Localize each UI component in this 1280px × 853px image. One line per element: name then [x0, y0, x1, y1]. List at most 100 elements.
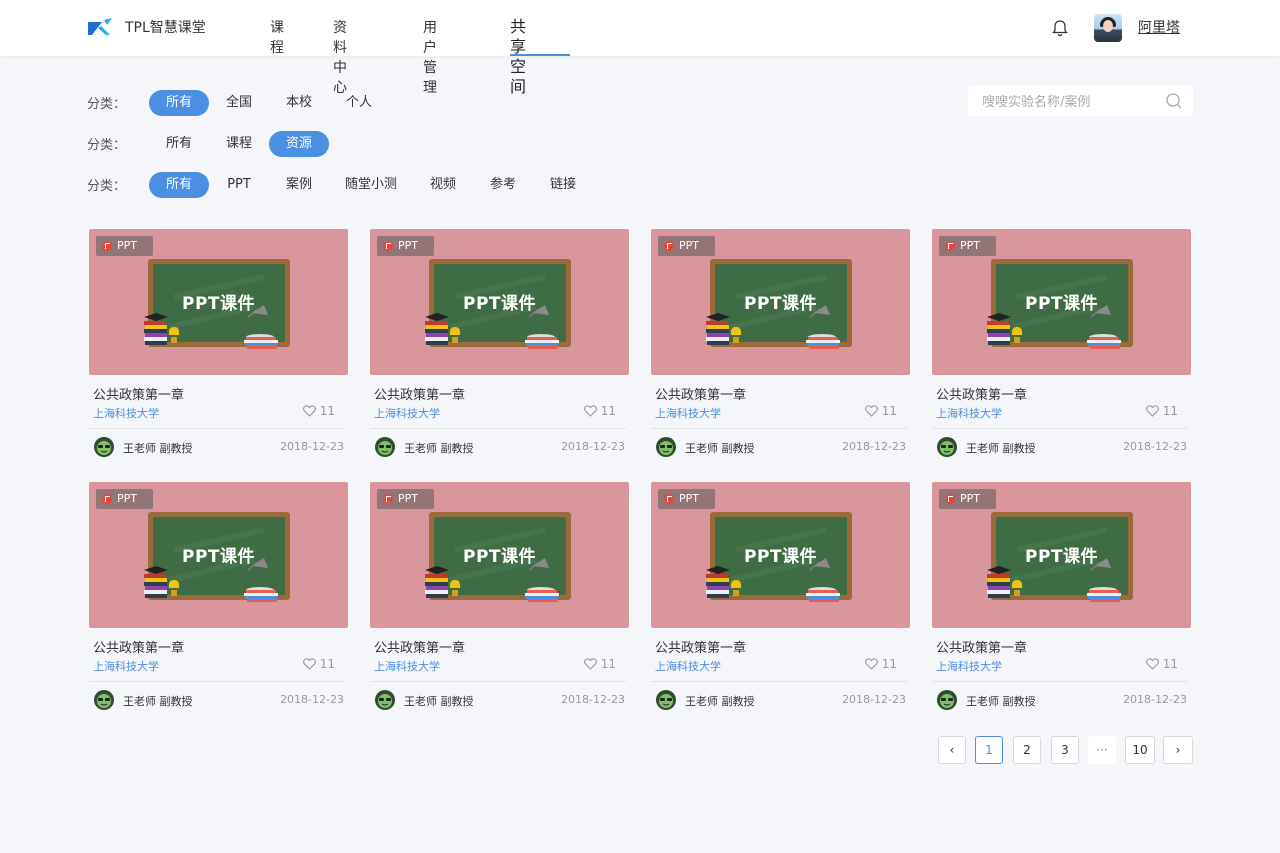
filter-chip-case[interactable]: 案例 [269, 172, 329, 198]
nav-item-resource-center[interactable]: 资料中心 [333, 18, 347, 98]
filter-chip-all[interactable]: 所有 [149, 90, 209, 116]
type-badge-label: PPT [960, 239, 980, 252]
board-caption: PPT课件 [744, 547, 818, 567]
type-badge: PPT [658, 489, 715, 509]
card-school[interactable]: 上海科技大学 [93, 405, 159, 421]
like-count[interactable]: 11 [583, 657, 616, 671]
like-count[interactable]: 11 [302, 404, 335, 418]
page-button-3[interactable]: 3 [1051, 736, 1079, 764]
card-thumbnail[interactable]: PPT PPT课件 [651, 229, 910, 375]
board-caption: PPT课件 [463, 547, 537, 567]
card-school[interactable]: 上海科技大学 [936, 658, 1002, 674]
filter-chip-resource[interactable]: 资源 [269, 131, 329, 157]
like-count[interactable]: 11 [1145, 657, 1178, 671]
card-thumbnail[interactable]: PPT PPT课件 [89, 482, 348, 628]
like-count[interactable]: 11 [1145, 404, 1178, 418]
filter-chip-national[interactable]: 全国 [209, 90, 269, 116]
resource-card[interactable]: PPT PPT课件 公共政策第一章 上海科技大学 11 王老师 副教授 2018… [932, 229, 1191, 457]
like-count[interactable]: 11 [864, 657, 897, 671]
nav-item-user-management[interactable]: 用户管理 [423, 18, 437, 98]
filter-chip-link[interactable]: 链接 [533, 172, 593, 198]
chevron-right-icon[interactable]: › [1163, 736, 1193, 764]
user-avatar[interactable] [1094, 14, 1122, 42]
filter-chip-reference[interactable]: 参考 [473, 172, 533, 198]
card-title[interactable]: 公共政策第一章 [374, 384, 465, 403]
resource-card[interactable]: PPT PPT课件 公共政策第一章 上海科技大学 11 王老师 副教授 2018… [370, 482, 629, 710]
filter-chip-ppt[interactable]: PPT [209, 172, 269, 198]
card-title[interactable]: 公共政策第一章 [93, 384, 184, 403]
card-title[interactable]: 公共政策第一章 [936, 637, 1027, 656]
heart-icon[interactable] [1145, 658, 1159, 670]
card-school[interactable]: 上海科技大学 [374, 405, 440, 421]
teacher-name: 王老师 副教授 [123, 695, 193, 708]
heart-icon[interactable] [302, 658, 316, 670]
type-badge: PPT [377, 236, 434, 256]
chevron-left-icon[interactable]: ‹ [938, 736, 966, 764]
teacher-avatar-icon [94, 437, 114, 457]
teacher-name: 王老师 副教授 [404, 695, 474, 708]
filter-chip-all[interactable]: 所有 [149, 131, 209, 157]
bell-icon[interactable] [1050, 18, 1070, 38]
page-ellipsis[interactable]: ··· [1088, 736, 1116, 764]
resource-card[interactable]: PPT PPT课件 公共政策第一章 上海科技大学 11 王老师 副教授 2018… [651, 482, 910, 710]
top-header: TPL智慧课堂 课程 资料中心 用户管理 共享空间 阿里塔 [0, 0, 1280, 96]
resource-card[interactable]: PPT PPT课件 公共政策第一章 上海科技大学 11 王老师 副教授 2018… [651, 229, 910, 457]
like-count[interactable]: 11 [302, 657, 335, 671]
resource-card[interactable]: PPT PPT课件 公共政策第一章 上海科技大学 11 王老师 副教授 2018… [89, 229, 348, 457]
username-link[interactable]: 阿里塔 [1138, 18, 1180, 38]
card-title[interactable]: 公共政策第一章 [93, 637, 184, 656]
page-button-1[interactable]: 1 [975, 736, 1003, 764]
filter-chip-all[interactable]: 所有 [149, 172, 209, 198]
card-date: 2018-12-23 [1123, 440, 1187, 453]
like-count-value: 11 [600, 657, 616, 671]
card-date: 2018-12-23 [842, 693, 906, 706]
card-title[interactable]: 公共政策第一章 [936, 384, 1027, 403]
page-button-10[interactable]: 10 [1125, 736, 1155, 764]
card-thumbnail[interactable]: PPT PPT课件 [370, 229, 629, 375]
teacher-avatar-icon [656, 690, 676, 710]
board-caption: PPT课件 [463, 294, 537, 314]
heart-icon[interactable] [583, 658, 597, 670]
nav-item-courses[interactable]: 课程 [270, 18, 284, 58]
search-box [968, 86, 1193, 116]
page-button-2[interactable]: 2 [1013, 736, 1041, 764]
card-school[interactable]: 上海科技大学 [93, 658, 159, 674]
filter-chip-school[interactable]: 本校 [269, 90, 329, 116]
card-school[interactable]: 上海科技大学 [655, 405, 721, 421]
card-title[interactable]: 公共政策第一章 [374, 637, 465, 656]
ppt-file-icon [664, 241, 674, 251]
search-icon[interactable] [1165, 92, 1183, 110]
filter-chip-course[interactable]: 课程 [209, 131, 269, 157]
card-divider [370, 681, 626, 682]
heart-icon[interactable] [864, 405, 878, 417]
search-input[interactable] [980, 91, 1164, 113]
card-title[interactable]: 公共政策第一章 [655, 384, 746, 403]
card-school[interactable]: 上海科技大学 [936, 405, 1002, 421]
card-thumbnail[interactable]: PPT PPT课件 [370, 482, 629, 628]
heart-icon[interactable] [1145, 405, 1159, 417]
card-thumbnail[interactable]: PPT PPT课件 [651, 482, 910, 628]
resource-card[interactable]: PPT PPT课件 公共政策第一章 上海科技大学 11 王老师 副教授 2018… [370, 229, 629, 457]
like-count-value: 11 [1162, 404, 1178, 418]
card-title[interactable]: 公共政策第一章 [655, 637, 746, 656]
like-count[interactable]: 11 [583, 404, 616, 418]
heart-icon[interactable] [302, 405, 316, 417]
heart-icon[interactable] [864, 658, 878, 670]
logo-icon[interactable] [88, 18, 112, 38]
card-thumbnail[interactable]: PPT PPT课件 [89, 229, 348, 375]
card-thumbnail[interactable]: PPT PPT课件 [932, 482, 1191, 628]
card-thumbnail[interactable]: PPT PPT课件 [932, 229, 1191, 375]
type-badge-label: PPT [679, 239, 699, 252]
nav-item-shared-space[interactable]: 共享空间 [510, 17, 526, 97]
card-school[interactable]: 上海科技大学 [374, 658, 440, 674]
brand-name[interactable]: TPL智慧课堂 [125, 18, 206, 38]
filter-chip-quiz[interactable]: 随堂小测 [335, 172, 407, 198]
resource-card[interactable]: PPT PPT课件 公共政策第一章 上海科技大学 11 王老师 副教授 2018… [89, 482, 348, 710]
filter-chip-personal[interactable]: 个人 [329, 90, 389, 116]
heart-icon[interactable] [583, 405, 597, 417]
filter-chip-video[interactable]: 视频 [413, 172, 473, 198]
resource-card[interactable]: PPT PPT课件 公共政策第一章 上海科技大学 11 王老师 副教授 2018… [932, 482, 1191, 710]
card-school[interactable]: 上海科技大学 [655, 658, 721, 674]
ppt-file-icon [945, 241, 955, 251]
like-count[interactable]: 11 [864, 404, 897, 418]
